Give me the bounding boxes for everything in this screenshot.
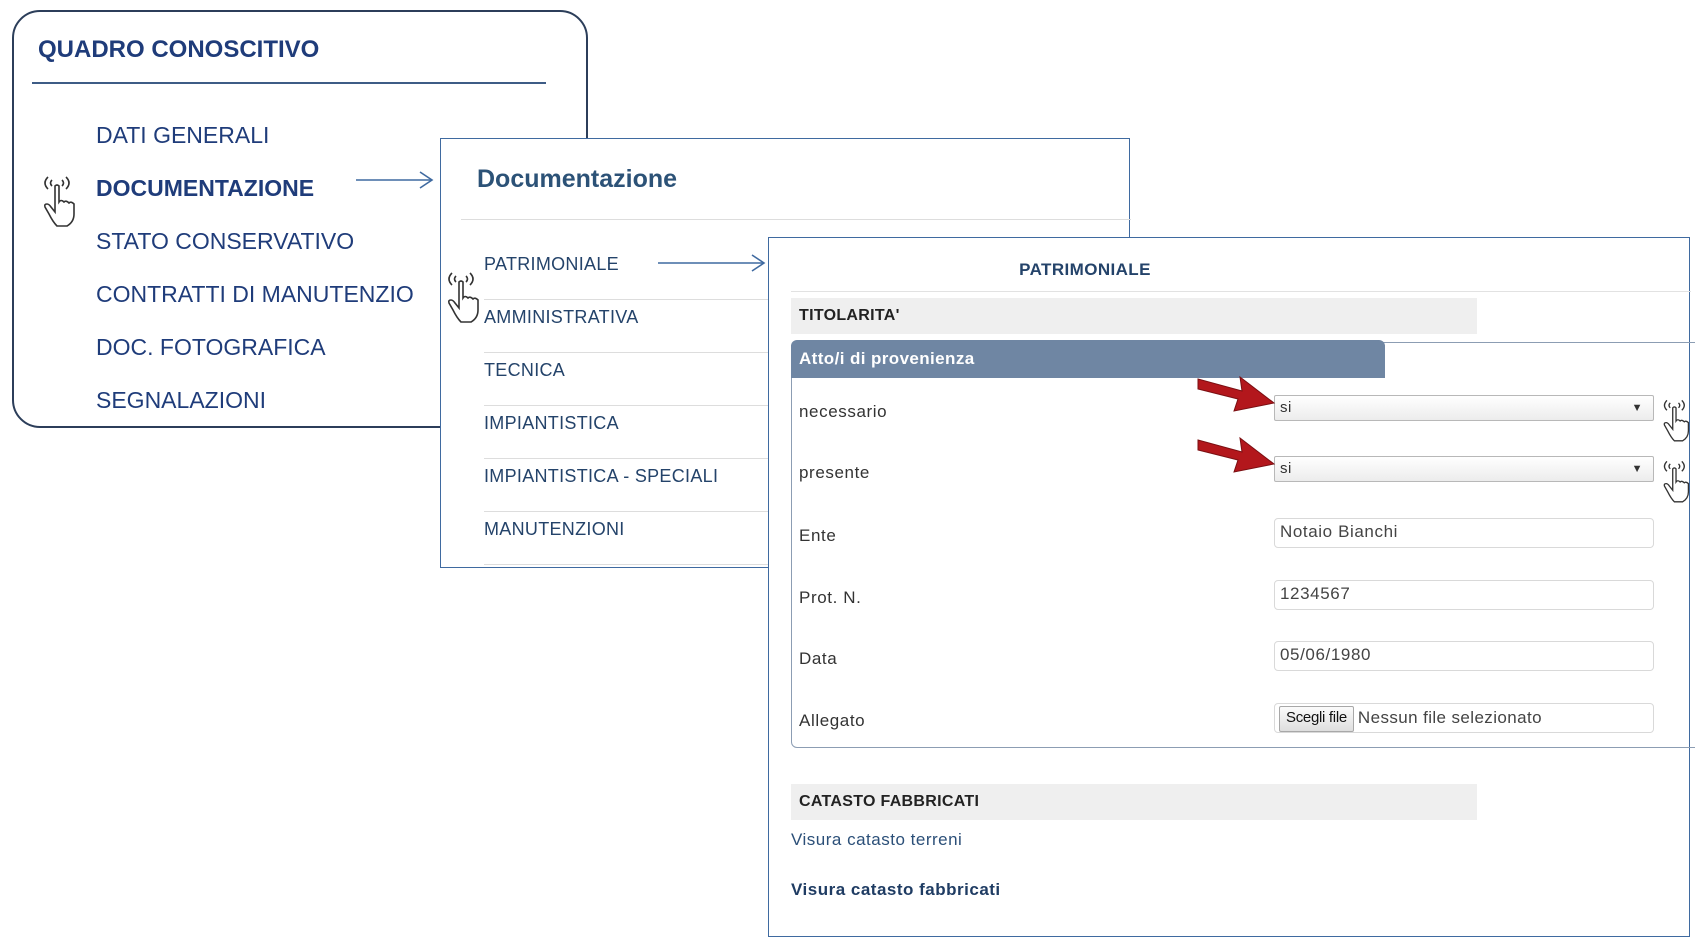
caret-down-icon: ▼ <box>1631 463 1643 475</box>
menu-item-doc-fotografica[interactable]: DOC. FOTOGRAFICA <box>96 331 414 384</box>
doc-item-impiantistica[interactable]: IMPIANTISTICA <box>484 406 784 459</box>
quadro-divider <box>32 82 546 84</box>
choose-file-button[interactable]: Scegli file <box>1279 706 1354 732</box>
file-status-text: Nessun file selezionato <box>1357 708 1542 727</box>
allegato-label: Allegato <box>799 711 866 730</box>
documentazione-divider <box>461 219 1131 220</box>
necessario-label: necessario <box>799 402 888 421</box>
doc-item-manutenzioni[interactable]: MANUTENZIONI <box>484 512 784 565</box>
doc-item-amministrativa[interactable]: AMMINISTRATIVA <box>484 300 784 353</box>
documentazione-menu: PATRIMONIALE AMMINISTRATIVA TECNICA IMPI… <box>484 247 784 565</box>
presente-label: presente <box>799 463 870 482</box>
doc-item-impiantistica-speciali[interactable]: IMPIANTISTICA - SPECIALI <box>484 459 784 512</box>
necessario-select-value: si <box>1280 399 1292 416</box>
arrow-right-icon <box>356 171 434 189</box>
titolarita-section-header: TITOLARITA' <box>791 298 1477 334</box>
red-arrow-icon <box>1197 375 1276 412</box>
catasto-fabbricati-section-header: CATASTO FABBRICATI <box>791 784 1477 820</box>
menu-item-stato-conservativo[interactable]: STATO CONSERVATIVO <box>96 225 414 278</box>
red-arrow-icon <box>1197 436 1276 473</box>
data-label: Data <box>799 649 838 668</box>
data-input[interactable]: 05/06/1980 <box>1274 641 1654 671</box>
prot-label: Prot. N. <box>799 588 862 607</box>
patrimoniale-divider <box>791 291 1691 292</box>
allegato-file-input: Scegli file Nessun file selezionato <box>1274 703 1654 733</box>
menu-item-contratti-manutenzione[interactable]: CONTRATTI DI MANUTENZIO <box>96 278 414 331</box>
quadro-title: QUADRO CONOSCITIVO <box>38 36 320 63</box>
hand-pointer-icon <box>1663 460 1690 503</box>
hand-pointer-icon <box>43 176 75 227</box>
visura-terreni-link[interactable]: Visura catasto terreni <box>791 830 962 850</box>
menu-item-dati-generali[interactable]: DATI GENERALI <box>96 119 414 172</box>
atto-provenienza-legend: Atto/i di provenienza <box>791 340 1385 378</box>
patrimoniale-title: PATRIMONIALE <box>1019 260 1151 279</box>
arrow-right-icon <box>658 254 766 272</box>
visura-fabbricati-link[interactable]: Visura catasto fabbricati <box>791 880 1001 900</box>
documentazione-title: Documentazione <box>477 165 678 193</box>
necessario-select[interactable]: si ▼ <box>1274 395 1654 421</box>
prot-input[interactable]: 1234567 <box>1274 580 1654 610</box>
caret-down-icon: ▼ <box>1631 402 1643 414</box>
hand-pointer-icon <box>1663 399 1690 442</box>
presente-select-value: si <box>1280 460 1292 477</box>
doc-item-tecnica[interactable]: TECNICA <box>484 353 784 406</box>
ente-input[interactable]: Notaio Bianchi <box>1274 518 1654 548</box>
hand-pointer-icon <box>447 272 479 323</box>
patrimoniale-panel: PATRIMONIALE TITOLARITA' Atto/i di prove… <box>768 237 1695 937</box>
ente-label: Ente <box>799 526 837 545</box>
presente-select[interactable]: si ▼ <box>1274 456 1654 482</box>
quadro-menu: DATI GENERALI DOCUMENTAZIONE STATO CONSE… <box>96 119 414 437</box>
menu-item-segnalazioni[interactable]: SEGNALAZIONI <box>96 384 414 437</box>
